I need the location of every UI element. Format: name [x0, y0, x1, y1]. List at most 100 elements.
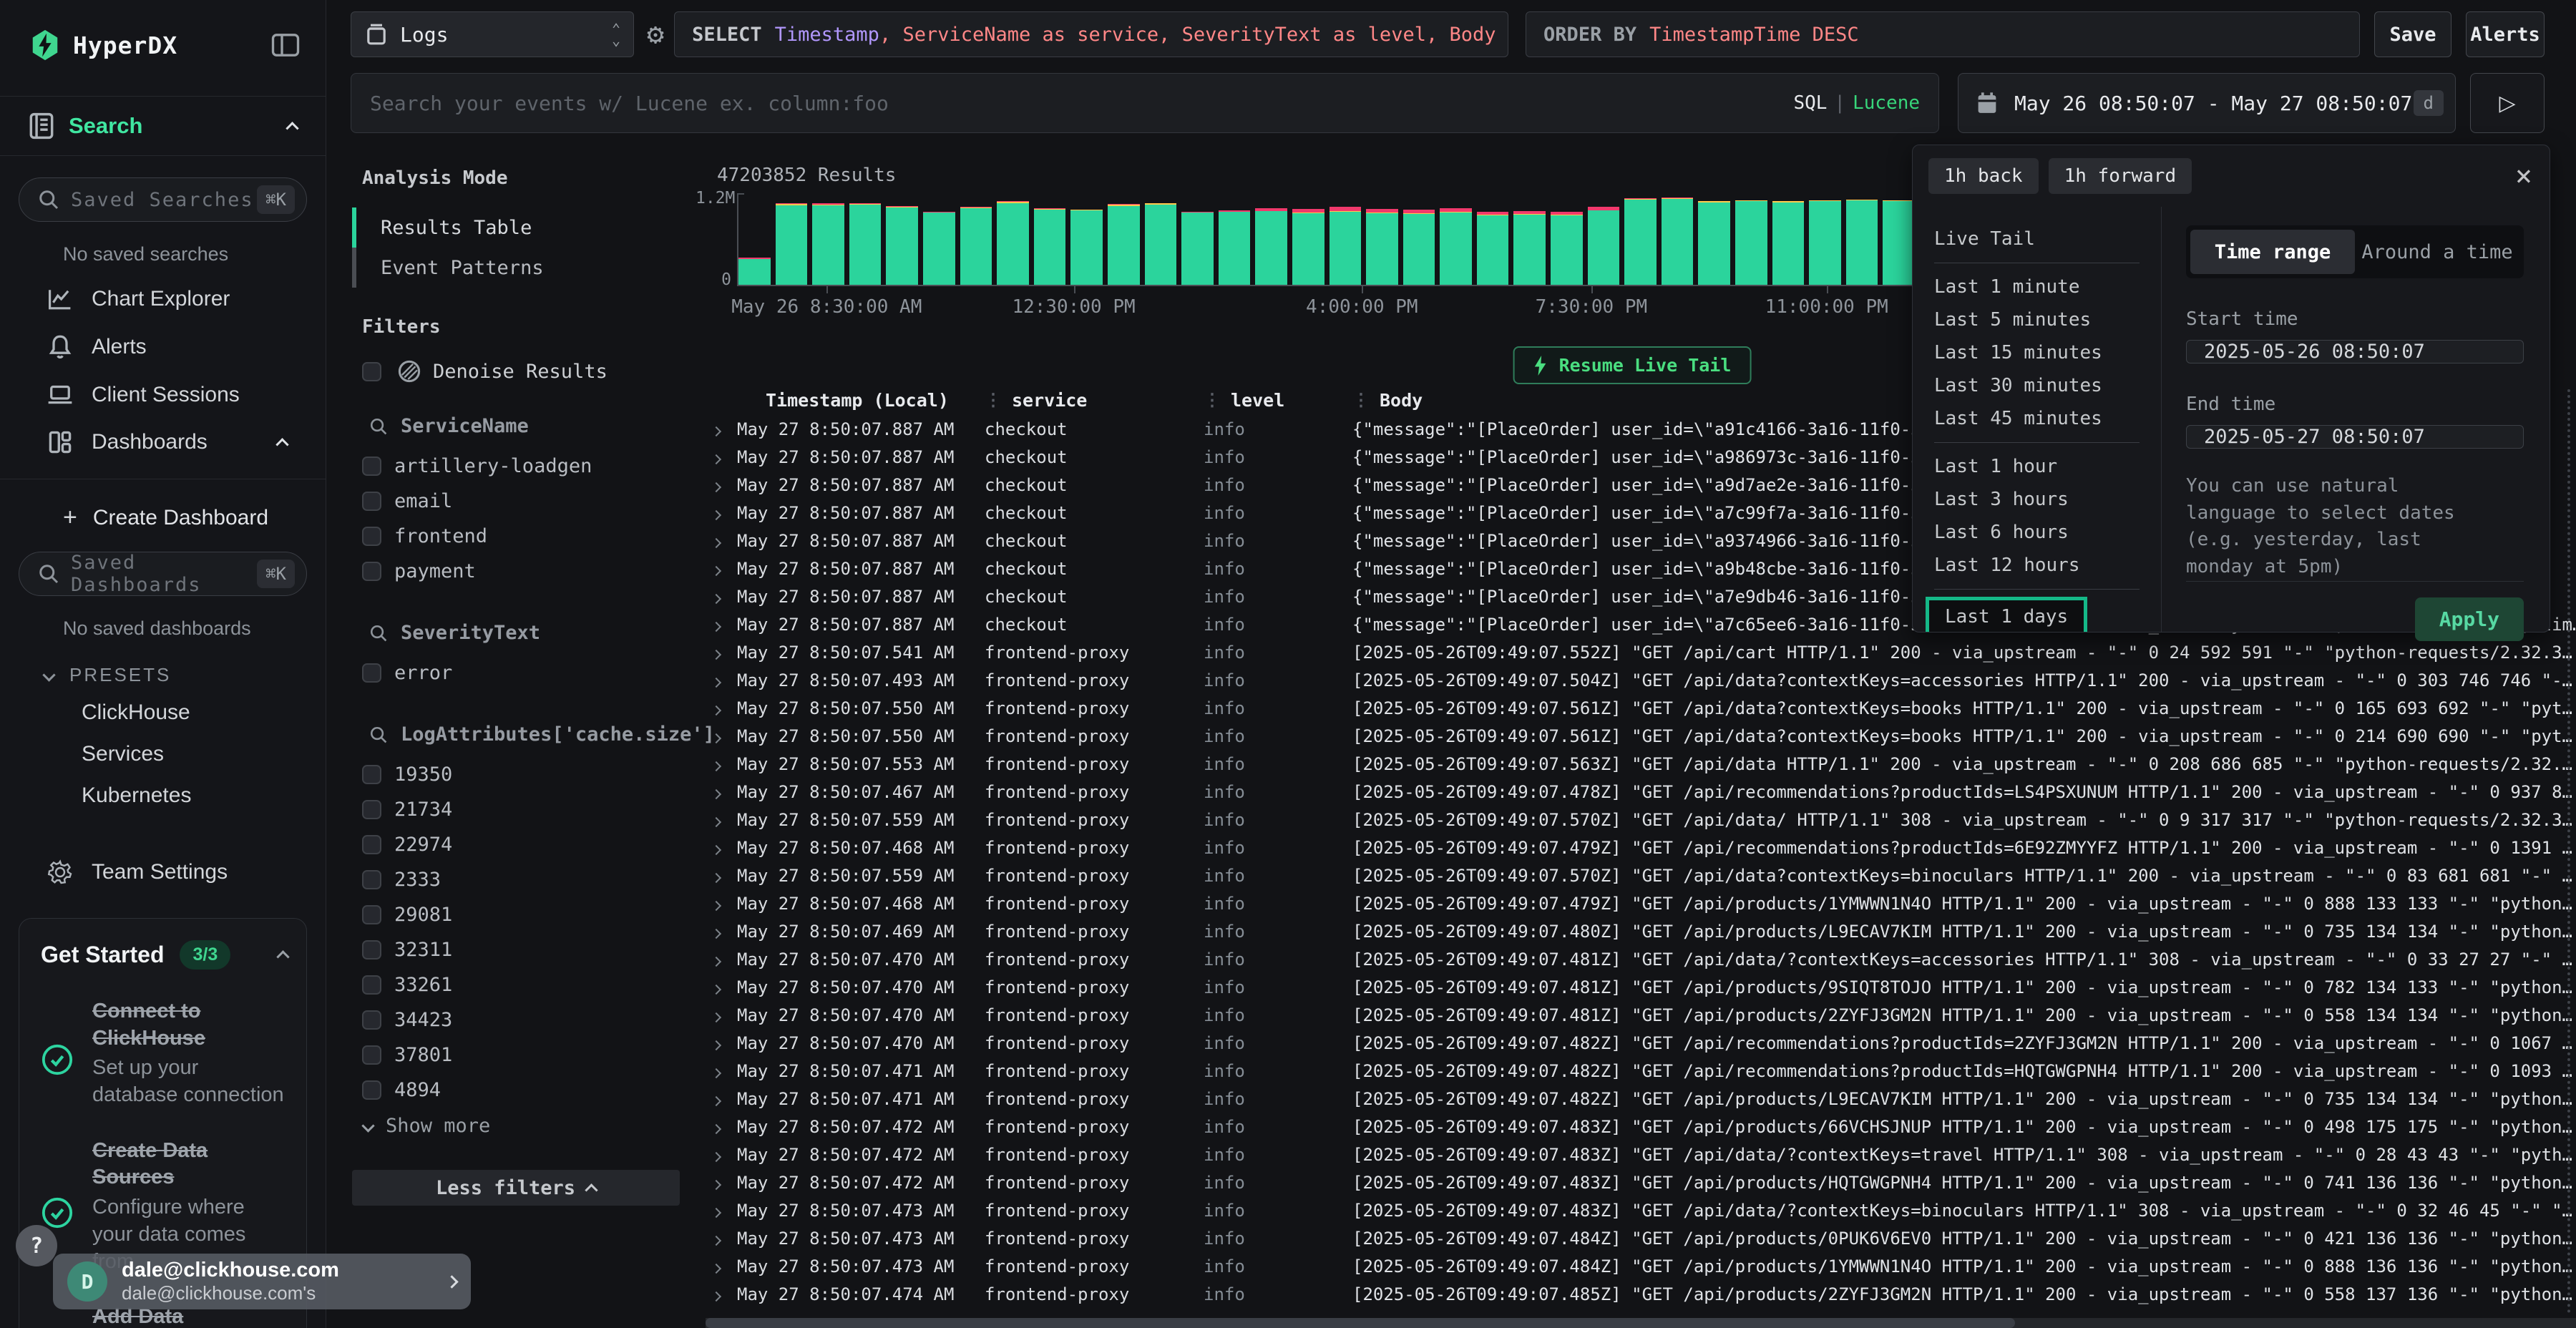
- expand-row-icon[interactable]: [706, 866, 734, 886]
- table-row[interactable]: May 27 8:50:07.472 AMfrontend-proxyinfo[…: [706, 1168, 2576, 1196]
- histogram-bar[interactable]: [1440, 195, 1472, 285]
- analysis-mode-option[interactable]: Event Patterns: [352, 248, 680, 288]
- close-icon[interactable]: ×: [2515, 162, 2532, 190]
- expand-row-icon[interactable]: [706, 1284, 734, 1304]
- table-row[interactable]: May 27 8:50:07.472 AMfrontend-proxyinfo[…: [706, 1141, 2576, 1168]
- quick-range-last-1-minute[interactable]: Last 1 minute: [1934, 270, 2161, 303]
- histogram-bar[interactable]: [1513, 195, 1546, 285]
- filter-checkbox[interactable]: [362, 562, 381, 581]
- filter-value-row[interactable]: 32311: [352, 932, 680, 967]
- histogram-bar[interactable]: [1403, 195, 1435, 285]
- table-row[interactable]: May 27 8:50:07.541 AMfrontend-proxyinfo[…: [706, 638, 2576, 666]
- table-row[interactable]: May 27 8:50:07.493 AMfrontend-proxyinfo[…: [706, 666, 2576, 694]
- quick-range-last-12-hours[interactable]: Last 12 hours: [1934, 549, 2161, 582]
- quick-range-last-1-days[interactable]: Last 1 days: [1926, 597, 2087, 632]
- lang-sql-toggle[interactable]: SQL: [1793, 92, 1827, 114]
- expand-row-icon[interactable]: [706, 447, 734, 467]
- table-row[interactable]: May 27 8:50:07.470 AMfrontend-proxyinfo[…: [706, 973, 2576, 1001]
- expand-row-icon[interactable]: [706, 587, 734, 607]
- sidebar-item-preset[interactable]: Kubernetes: [19, 775, 307, 816]
- sidebar-item-team-settings[interactable]: Team Settings: [19, 859, 307, 885]
- expand-row-icon[interactable]: [706, 782, 734, 802]
- column-drag-handle-icon[interactable]: ⋮: [1352, 390, 1370, 410]
- lang-lucene-toggle[interactable]: Lucene: [1853, 92, 1920, 114]
- table-row[interactable]: May 27 8:50:07.474 AMfrontend-proxyinfo[…: [706, 1280, 2576, 1308]
- expand-row-icon[interactable]: [706, 1117, 734, 1137]
- presets-toggle[interactable]: PRESETS: [44, 664, 307, 686]
- expand-row-icon[interactable]: [706, 1201, 734, 1221]
- expand-row-icon[interactable]: [706, 977, 734, 997]
- filter-value-row[interactable]: error: [352, 655, 680, 690]
- saved-searches-input[interactable]: Saved Searches ⌘K: [19, 177, 307, 222]
- sidebar-item-chart-explorer[interactable]: Chart Explorer: [19, 275, 307, 323]
- quick-range-last-30-minutes[interactable]: Last 30 minutes: [1934, 369, 2161, 402]
- filter-checkbox[interactable]: [362, 905, 381, 924]
- expand-row-icon[interactable]: [706, 1061, 734, 1081]
- denoise-checkbox[interactable]: [362, 362, 381, 381]
- filter-checkbox[interactable]: [362, 870, 381, 889]
- get-started-step-connect[interactable]: Connect to ClickHouse Set up your databa…: [41, 998, 288, 1109]
- save-button[interactable]: Save: [2374, 11, 2451, 57]
- filter-checkbox[interactable]: [362, 975, 381, 995]
- histogram-plot[interactable]: [738, 195, 1915, 286]
- source-settings-gear-icon[interactable]: ⚙: [647, 18, 664, 51]
- shift-forward-button[interactable]: 1h forward: [2049, 158, 2192, 194]
- histogram-bar[interactable]: [886, 195, 918, 285]
- table-row[interactable]: May 27 8:50:07.550 AMfrontend-proxyinfo[…: [706, 694, 2576, 722]
- histogram-bar[interactable]: [923, 195, 955, 285]
- shift-back-button[interactable]: 1h back: [1928, 158, 2039, 194]
- histogram-bar[interactable]: [1698, 195, 1730, 285]
- analysis-mode-option[interactable]: Results Table: [352, 208, 680, 248]
- expand-row-icon[interactable]: [706, 531, 734, 551]
- filter-value-row[interactable]: 22974: [352, 827, 680, 862]
- denoise-results-option[interactable]: Denoise Results: [352, 359, 680, 384]
- expand-row-icon[interactable]: [706, 503, 734, 523]
- histogram-bar[interactable]: [738, 195, 771, 285]
- run-query-button[interactable]: ▷: [2470, 73, 2545, 133]
- horizontal-scrollbar[interactable]: [706, 1318, 2576, 1328]
- expand-row-icon[interactable]: [706, 615, 734, 635]
- expand-row-icon[interactable]: [706, 419, 734, 439]
- help-button[interactable]: ?: [16, 1225, 57, 1266]
- expand-row-icon[interactable]: [706, 1256, 734, 1276]
- histogram-bar[interactable]: [1662, 195, 1694, 285]
- sidebar-item-client-sessions[interactable]: Client Sessions: [19, 371, 307, 419]
- filter-value-row[interactable]: 21734: [352, 792, 680, 827]
- histogram-bar[interactable]: [1809, 195, 1841, 285]
- histogram-bar[interactable]: [997, 195, 1029, 285]
- expand-row-icon[interactable]: [706, 838, 734, 858]
- sidebar-item-search[interactable]: Search: [0, 96, 326, 156]
- filter-value-row[interactable]: 33261: [352, 967, 680, 1002]
- expand-row-icon[interactable]: [706, 1145, 734, 1165]
- filter-checkbox[interactable]: [362, 492, 381, 511]
- quick-range-last-45-minutes[interactable]: Last 45 minutes: [1934, 402, 2161, 435]
- sidebar-item-alerts[interactable]: Alerts: [19, 323, 307, 371]
- filter-value-row[interactable]: 4894: [352, 1073, 680, 1108]
- filter-value-row[interactable]: 34423: [352, 1002, 680, 1038]
- filter-checkbox[interactable]: [362, 663, 381, 683]
- filter-value-row[interactable]: frontend: [352, 519, 680, 554]
- table-row[interactable]: May 27 8:50:07.469 AMfrontend-proxyinfo[…: [706, 917, 2576, 945]
- histogram-bar[interactable]: [1255, 195, 1287, 285]
- tab-around-a-time[interactable]: Around a time: [2355, 230, 2519, 274]
- table-row[interactable]: May 27 8:50:07.553 AMfrontend-proxyinfo[…: [706, 750, 2576, 778]
- resume-live-tail-button[interactable]: Resume Live Tail: [1513, 346, 1752, 384]
- histogram-bar[interactable]: [1330, 195, 1362, 285]
- chevron-up-icon[interactable]: [286, 122, 298, 135]
- histogram-bar[interactable]: [1034, 195, 1066, 285]
- quick-range-last-15-minutes[interactable]: Last 15 minutes: [1934, 336, 2161, 369]
- filter-value-row[interactable]: 29081: [352, 897, 680, 932]
- column-header-timestamp[interactable]: Timestamp (Local): [734, 390, 957, 411]
- order-by-input[interactable]: ORDER BY TimestampTime DESC: [1526, 11, 2360, 57]
- less-filters-button[interactable]: Less filters: [352, 1170, 680, 1206]
- histogram-bar[interactable]: [1181, 195, 1214, 285]
- expand-row-icon[interactable]: [706, 810, 734, 830]
- date-range-input[interactable]: May 26 08:50:07 - May 27 08:50:07 d: [1958, 73, 2456, 133]
- expand-row-icon[interactable]: [706, 559, 734, 579]
- histogram-bar[interactable]: [1588, 195, 1620, 285]
- expand-row-icon[interactable]: [706, 1173, 734, 1193]
- table-row[interactable]: May 27 8:50:07.550 AMfrontend-proxyinfo[…: [706, 722, 2576, 750]
- sidebar-collapse-icon[interactable]: [271, 33, 300, 57]
- expand-row-icon[interactable]: [706, 1229, 734, 1249]
- table-row[interactable]: May 27 8:50:07.559 AMfrontend-proxyinfo[…: [706, 861, 2576, 889]
